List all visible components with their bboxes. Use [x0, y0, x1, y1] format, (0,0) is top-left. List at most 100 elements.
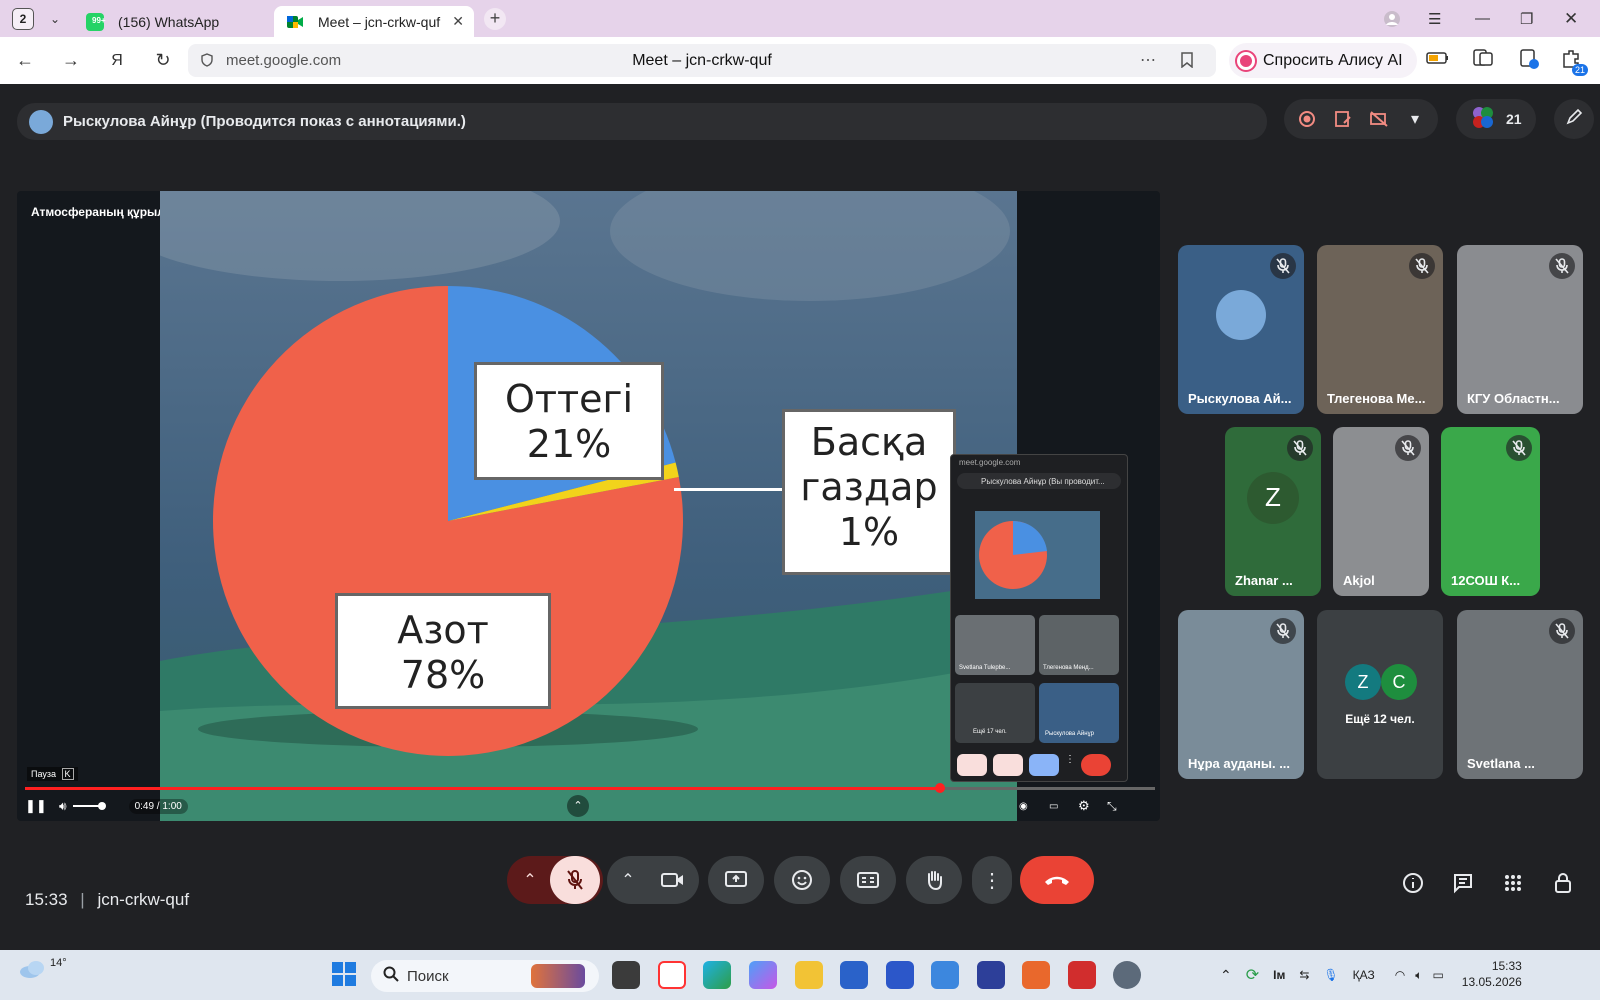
copilot-icon[interactable] — [749, 961, 777, 989]
volume-slider[interactable] — [72, 802, 106, 810]
participant-tile[interactable]: Z Zhanar ... — [1225, 427, 1321, 596]
menu-icon[interactable]: ☰ — [1428, 0, 1441, 37]
mail-icon[interactable] — [931, 961, 959, 989]
back-icon[interactable]: ← — [10, 46, 40, 76]
settings-icon[interactable] — [1113, 961, 1141, 989]
close-tab-icon[interactable]: ✕ — [452, 13, 464, 30]
tabs-dropdown-icon[interactable]: ⌄ — [42, 12, 68, 26]
input-language[interactable]: ҚАЗ — [1353, 968, 1375, 982]
participant-tile[interactable]: КГУ Областн... — [1457, 245, 1583, 414]
leader-line — [674, 488, 784, 491]
app-icon-wave[interactable] — [1068, 961, 1096, 989]
chat-icon[interactable] — [1448, 868, 1478, 898]
restore-icon[interactable]: ❐ — [1520, 0, 1533, 37]
self-view-pip[interactable]: meet.google.com Рыскулова Айнұр (Вы пров… — [950, 454, 1128, 782]
wifi-icon[interactable]: ◠ — [1395, 968, 1405, 982]
app-icon-m[interactable] — [886, 961, 914, 989]
settings-gear-icon[interactable]: ⚙ — [1078, 798, 1090, 814]
participant-tile[interactable]: Z C Ещё 12 чел. — [1317, 610, 1443, 779]
weather-widget[interactable]: 14° — [18, 957, 67, 980]
site-info-icon[interactable] — [200, 53, 214, 72]
extension-count-badge: 21 — [1571, 64, 1588, 76]
camera-button[interactable] — [648, 871, 698, 889]
autoplay-toggle-icon[interactable]: ◉ — [1019, 801, 1028, 812]
app-tray-icon[interactable]: Ім — [1273, 968, 1285, 982]
security-shield-icon[interactable] — [977, 961, 1005, 989]
yandex-browser-icon[interactable] — [658, 961, 686, 989]
participant-tile[interactable]: 12СОШ К... — [1441, 427, 1540, 596]
chevron-up-icon[interactable]: ⌃ — [567, 795, 589, 817]
label-other-name: Басқа — [810, 420, 928, 464]
alice-icon — [1237, 51, 1255, 70]
meeting-info-icon[interactable] — [1398, 868, 1428, 898]
store-icon[interactable] — [840, 961, 868, 989]
mic-off-button[interactable] — [550, 856, 600, 904]
bookmark-icon[interactable] — [1180, 52, 1194, 73]
participant-tile[interactable]: Нұра ауданы. ... — [1178, 610, 1304, 779]
camera-options-icon[interactable]: ⌃ — [608, 870, 648, 890]
muted-mic-icon — [1549, 253, 1575, 279]
mic-options-icon[interactable]: ⌃ — [510, 870, 550, 890]
video-progress-bar[interactable] — [25, 783, 1155, 793]
taskbar-search[interactable]: Поиск — [371, 960, 599, 992]
pause-icon[interactable]: ❚❚ — [25, 798, 47, 814]
extensions-icon[interactable]: 21 — [1560, 48, 1588, 76]
annotate-button[interactable] — [1553, 99, 1594, 139]
battery-icon[interactable]: ▭ — [1432, 968, 1443, 982]
sync-icon[interactable]: ⟳ — [1246, 965, 1259, 985]
pip-hangup-icon[interactable] — [1081, 754, 1111, 776]
yandex-icon[interactable]: Я — [102, 46, 132, 76]
pip-mic-icon[interactable] — [957, 754, 987, 776]
speaker-icon[interactable]: 🔈︎ — [1415, 968, 1422, 983]
participant-tile[interactable]: Svetlana ... — [1457, 610, 1583, 779]
tab-meet[interactable]: Meet – jcn-crkw-quf ✕ — [274, 6, 474, 37]
participant-tile[interactable]: Тлегенова Ме... — [1317, 245, 1443, 414]
edit-document-icon[interactable] — [1330, 106, 1356, 132]
reload-icon[interactable]: ↻ — [148, 46, 178, 76]
leave-call-button[interactable] — [1020, 856, 1094, 904]
tray-expand-icon[interactable]: ⌃ — [1220, 967, 1232, 984]
pip-more-icon[interactable]: ⋮ — [1065, 754, 1075, 776]
pip-tile-2: Тлегенова Менд... — [1039, 615, 1119, 675]
tray-clock[interactable]: 15:33 13.05.2026 — [1462, 959, 1522, 990]
participant-tile[interactable]: Рыскулова Ай... — [1178, 245, 1304, 414]
raise-hand-button[interactable] — [906, 856, 962, 904]
reactions-button[interactable] — [774, 856, 830, 904]
forward-icon[interactable]: → — [56, 46, 86, 76]
more-options-button[interactable]: ⋮ — [972, 856, 1012, 904]
ask-alice-button[interactable]: Спросить Алису AI — [1229, 43, 1417, 78]
close-window-icon[interactable]: ✕ — [1564, 0, 1578, 37]
url-field[interactable]: meet.google.com Meet – jcn-crkw-quf ⋯ — [188, 44, 1216, 77]
minimize-icon[interactable]: — — [1475, 0, 1490, 37]
app-icon-badge[interactable] — [1022, 961, 1050, 989]
chevron-down-icon[interactable]: ▾ — [1402, 106, 1428, 132]
activities-icon[interactable] — [1498, 868, 1528, 898]
captions-button[interactable] — [840, 856, 896, 904]
participants-button[interactable]: 21 — [1456, 99, 1536, 139]
translate-extension-icon[interactable] — [1518, 48, 1540, 75]
pip-present-icon[interactable] — [1029, 754, 1059, 776]
task-view-icon[interactable] — [612, 961, 640, 989]
profile-icon[interactable] — [1383, 0, 1401, 37]
tab-whatsapp[interactable]: 99+ (156) WhatsApp — [74, 6, 274, 37]
host-controls-icon[interactable] — [1548, 868, 1578, 898]
more-options-icon[interactable]: ⋯ — [1140, 50, 1156, 70]
subtitles-icon[interactable]: ▭ — [1049, 801, 1058, 812]
file-explorer-icon[interactable] — [795, 961, 823, 989]
new-tab-button[interactable]: + — [484, 7, 506, 30]
exit-fullscreen-icon[interactable]: ⤡ — [1107, 799, 1117, 814]
collections-icon[interactable] — [1472, 48, 1494, 73]
battery-saver-icon[interactable] — [1426, 50, 1450, 71]
microphone-tray-icon[interactable]: 🎙︎ — [1323, 968, 1338, 982]
hide-slides-icon[interactable] — [1366, 106, 1392, 132]
tab-count-badge[interactable]: 2 — [12, 7, 34, 30]
volume-icon[interactable]: 🔊︎ — [59, 799, 67, 814]
windows-start-icon[interactable] — [331, 961, 357, 992]
pip-camera-icon[interactable] — [993, 754, 1023, 776]
present-button[interactable] — [708, 856, 764, 904]
edge-icon[interactable] — [703, 961, 731, 989]
participant-tile[interactable]: Akjol — [1333, 427, 1429, 596]
network-tray-icon[interactable]: ⇆ — [1299, 968, 1309, 982]
label-nitrogen-value: 78% — [400, 652, 486, 697]
record-icon[interactable] — [1294, 106, 1320, 132]
